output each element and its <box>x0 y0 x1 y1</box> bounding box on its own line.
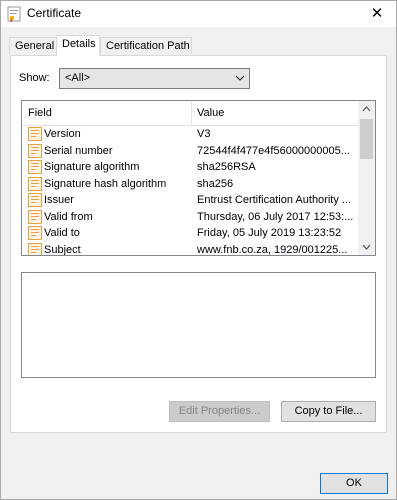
field-icon <box>28 242 42 255</box>
certificate-icon <box>7 6 21 22</box>
tab-details[interactable]: Details <box>56 35 100 56</box>
chevron-down-icon <box>235 75 245 81</box>
field-name: Version <box>44 128 81 140</box>
field-icon <box>28 143 42 158</box>
field-name: Signature hash algorithm <box>44 177 167 190</box>
ok-button[interactable]: OK <box>320 473 388 494</box>
field-name: Signature algorithm <box>44 161 140 173</box>
field-name: Issuer <box>44 194 74 206</box>
tab-certification-path[interactable]: Certification Path <box>100 37 192 54</box>
list-item[interactable]: Serial number 72544f4f477e4f56000000005.… <box>22 143 360 160</box>
field-icon <box>28 127 42 141</box>
field-value: www.fnb.co.za, 1929/001225... <box>197 243 348 256</box>
field-icon <box>28 193 42 207</box>
field-icon <box>28 209 42 224</box>
list-item[interactable]: Valid to Friday, 05 July 2019 13:23:52 <box>22 225 360 242</box>
field-value: Friday, 05 July 2019 13:23:52 <box>197 227 342 239</box>
field-list[interactable]: Field Value Version V3 Serial number 725… <box>21 100 376 256</box>
column-divider[interactable] <box>191 101 192 125</box>
list-item[interactable]: Version V3 <box>22 126 360 143</box>
scroll-up-icon[interactable] <box>358 101 375 118</box>
show-label: Show: <box>19 72 50 84</box>
show-dropdown-value: <All> <box>65 72 91 84</box>
field-value: sha256 <box>197 177 234 190</box>
close-button[interactable]: ✕ <box>362 1 392 27</box>
scrollbar-thumb[interactable] <box>360 119 373 159</box>
field-value: Thursday, 06 July 2017 12:53:... <box>197 210 354 223</box>
certificate-dialog: Certificate ✕ General Details Certificat… <box>0 0 397 500</box>
field-name: Serial number <box>44 144 113 157</box>
tab-general[interactable]: General <box>9 37 57 54</box>
list-item[interactable]: Signature hash algorithm sha256 <box>22 176 360 193</box>
details-panel: Show: <All> Field Value Version V3 Seria… <box>10 55 387 433</box>
list-header: Field Value <box>22 101 360 126</box>
copy-to-file-button[interactable]: Copy to File... <box>281 401 376 422</box>
list-rows: Version V3 Serial number 72544f4f477e4f5… <box>22 126 360 256</box>
field-icon <box>28 160 42 174</box>
list-item[interactable]: Valid from Thursday, 06 July 2017 12:53:… <box>22 209 360 226</box>
list-item[interactable]: Issuer Entrust Certification Authority .… <box>22 192 360 209</box>
field-value: V3 <box>197 128 211 140</box>
field-detail-box[interactable] <box>21 272 376 378</box>
field-icon <box>28 176 42 191</box>
title-bar: Certificate ✕ <box>1 1 396 27</box>
edit-properties-button[interactable]: Edit Properties... <box>169 401 270 422</box>
column-header-field[interactable]: Field <box>28 107 52 119</box>
column-header-value[interactable]: Value <box>197 107 224 119</box>
vertical-scrollbar[interactable] <box>358 101 375 255</box>
field-name: Valid from <box>44 210 93 223</box>
field-name: Subject <box>44 243 81 256</box>
close-icon: ✕ <box>370 5 384 22</box>
field-value: 72544f4f477e4f56000000005... <box>197 144 350 157</box>
scroll-down-icon[interactable] <box>358 238 375 255</box>
window-title: Certificate <box>27 6 82 20</box>
list-item[interactable]: Signature algorithm sha256RSA <box>22 159 360 176</box>
list-item[interactable]: Subject www.fnb.co.za, 1929/001225... <box>22 242 360 256</box>
field-value: sha256RSA <box>197 161 256 173</box>
show-dropdown[interactable]: <All> <box>59 68 250 89</box>
field-name: Valid to <box>44 227 80 239</box>
field-value: Entrust Certification Authority ... <box>197 194 352 206</box>
field-icon <box>28 226 42 240</box>
